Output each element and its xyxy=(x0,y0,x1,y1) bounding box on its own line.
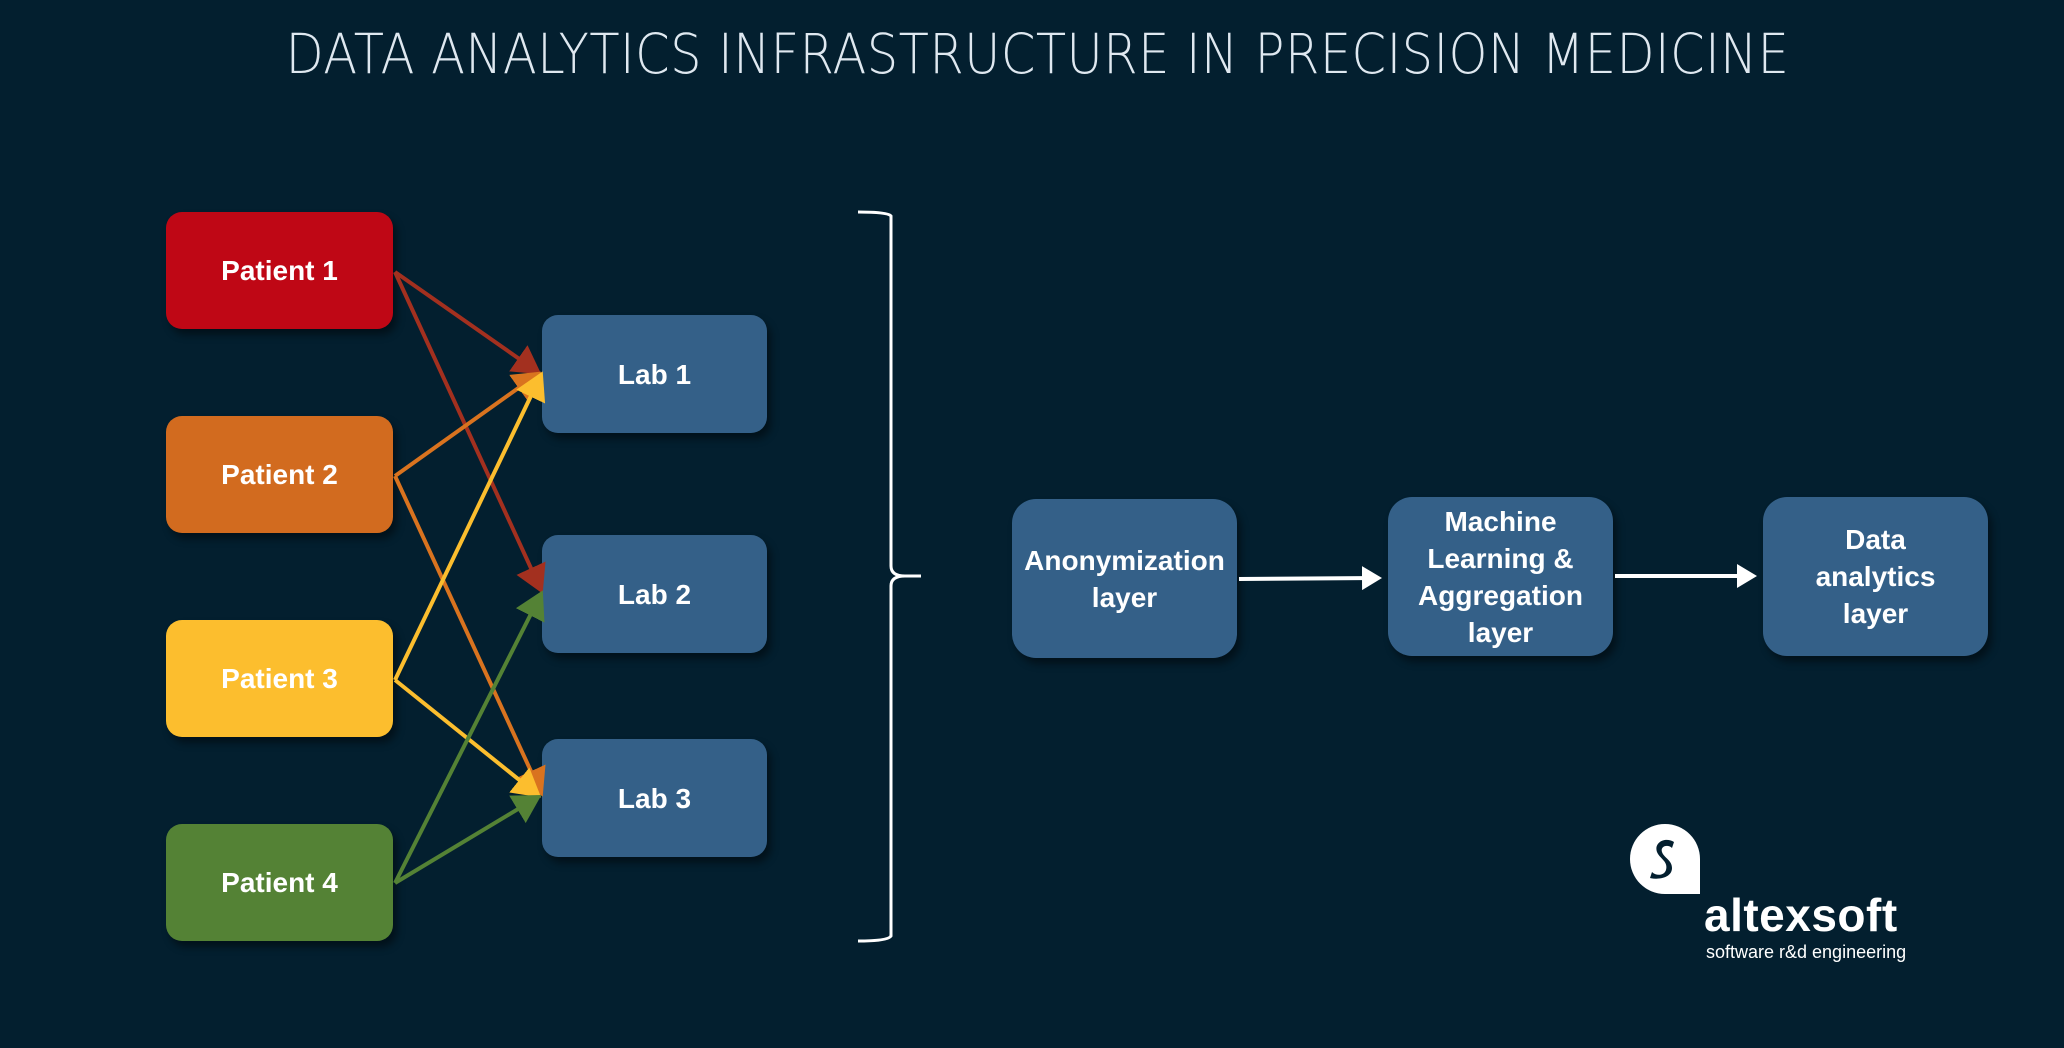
arrow-anonymization-to-ml xyxy=(1238,566,1382,591)
arrow-patient1-lab2 xyxy=(393,271,546,594)
curly-brace xyxy=(857,210,921,943)
logo-name: altexsoft xyxy=(1704,889,1898,941)
logo-tagline: software r&d engineering xyxy=(1706,942,1907,962)
speech-bubble-s-icon xyxy=(1630,824,1700,894)
